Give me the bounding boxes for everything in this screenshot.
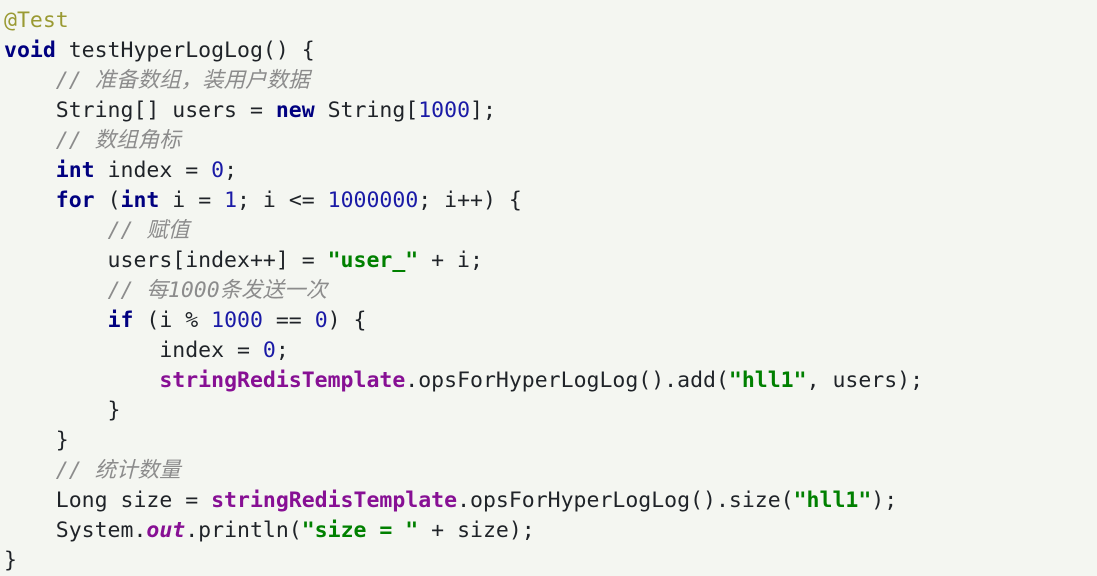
code-line: users[index++] = "user_" + i; [4,246,1097,276]
code-line: // 数组角标 [4,126,1097,156]
code-token-static: out [146,518,186,543]
code-line: stringRedisTemplate.opsForHyperLogLog().… [4,366,1097,396]
code-token-plain: index = [4,338,263,363]
code-token-comment: // 赋值 [107,218,190,243]
code-token-keyword: int [120,188,160,213]
code-line: // 赋值 [4,216,1097,246]
code-token-number: 1000 [418,98,471,123]
code-token-keyword: for [55,188,95,213]
code-line: } [4,426,1097,456]
code-token-plain: } [4,428,69,453]
code-line: } [4,396,1097,426]
code-token-number: 0 [314,308,328,333]
code-token-keyword: new [275,98,315,123]
code-token-string: "hll1" [793,488,872,513]
code-token-plain: i = [159,188,225,213]
code-token-plain: ( [94,188,121,213]
code-token-number: 1000 [211,308,263,333]
code-token-plain: .opsForHyperLogLog().add( [405,368,729,393]
code-token-keyword: void [4,38,56,63]
code-line: for (int i = 1; i <= 1000000; i++) { [4,186,1097,216]
code-line: } [4,546,1097,576]
code-token-plain: } [4,398,121,423]
code-token-plain: (i % [133,308,212,333]
code-token-annotation: @Test [4,8,69,33]
code-lines-container: @Test void testHyperLogLog() { // 准备数组，装用… [4,6,1097,576]
code-line: index = 0; [4,336,1097,366]
code-token-plain: ); [871,488,898,513]
code-line: @Test [4,6,1097,36]
code-token-plain: ; [224,158,238,183]
code-token-plain: ; i <= [237,188,328,213]
code-token-string: "hll1" [728,368,807,393]
code-token-comment: // 统计数量 [55,458,181,483]
code-token-plain: ]; [470,98,496,123]
code-line: // 准备数组，装用户数据 [4,66,1097,96]
code-token-number: 0 [211,158,225,183]
code-snippet-block: @Test void testHyperLogLog() { // 准备数组，装用… [0,0,1097,573]
code-line: if (i % 1000 == 0) { [4,306,1097,336]
code-token-plain: index = [94,158,212,183]
code-token-number: 1000000 [327,188,419,213]
code-token-comment: // 准备数组，装用户数据 [55,68,310,93]
code-line: void testHyperLogLog() { [4,36,1097,66]
code-token-plain: System. [4,518,147,543]
code-token-plain: .println( [185,518,302,543]
code-token-keyword: if [107,308,134,333]
code-token-plain: ; [275,338,289,363]
code-line: // 统计数量 [4,456,1097,486]
code-line: Long size = stringRedisTemplate.opsForHy… [4,486,1097,516]
code-token-plain: users[index++] = [4,248,328,273]
code-token-plain: ) { [327,308,367,333]
code-token-plain: == [262,308,315,333]
code-token-comment: // 数组角标 [55,128,181,153]
code-token-plain: String[ [314,98,419,123]
code-token-string: "size = " [301,518,419,543]
code-line: String[] users = new String[1000]; [4,96,1097,126]
code-token-plain: testHyperLogLog() { [55,38,315,63]
code-token-comment: // 每1000条发送一次 [107,278,328,303]
code-token-field: stringRedisTemplate [211,488,458,513]
code-token-string: "user_" [327,248,419,273]
code-token-plain: String[] users = [4,98,276,123]
code-token-plain: Long size = [4,488,212,513]
code-token-plain: ; i++) { [418,188,522,213]
code-token-number: 1 [224,188,238,213]
code-token-keyword: int [55,158,95,183]
code-token-plain: + i; [418,248,483,273]
code-token-plain: + size); [418,518,535,543]
code-token-plain: , users); [806,368,924,393]
code-token-plain: .opsForHyperLogLog().size( [457,488,794,513]
code-token-field: stringRedisTemplate [159,368,406,393]
code-token-plain: } [4,548,17,573]
code-line: // 每1000条发送一次 [4,276,1097,306]
code-line: int index = 0; [4,156,1097,186]
code-token-number: 0 [262,338,276,363]
